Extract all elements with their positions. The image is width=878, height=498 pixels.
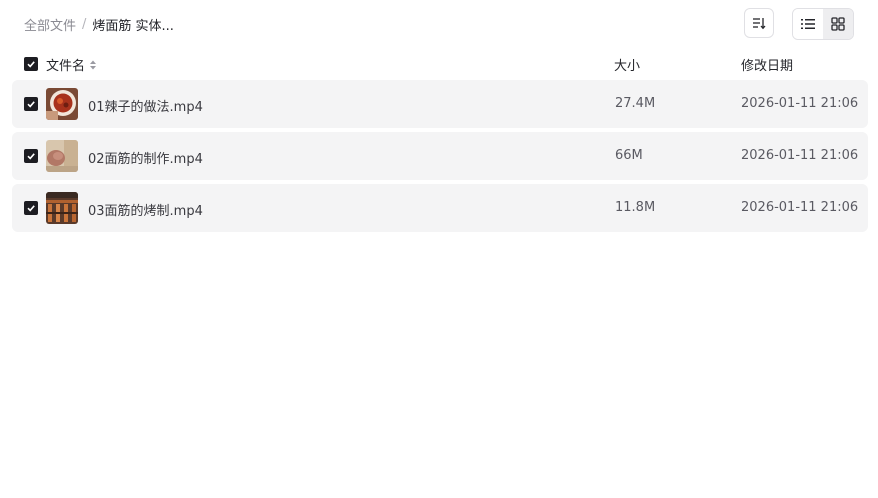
video-thumbnail: [46, 192, 78, 224]
breadcrumb-current-folder: 烤面筋 实体...: [92, 18, 174, 34]
column-header-date[interactable]: 修改日期: [741, 55, 793, 74]
file-date: 2026-01-11 21:06: [741, 96, 859, 111]
row-checkbox[interactable]: [24, 149, 38, 163]
file-size: 27.4M: [615, 96, 656, 111]
file-size: 11.8M: [615, 200, 656, 215]
column-header-name-label: 文件名: [46, 59, 86, 74]
row-checkbox[interactable]: [24, 201, 38, 215]
grid-view-icon: [831, 17, 845, 31]
file-date: 2026-01-11 21:06: [741, 148, 859, 163]
grid-view-button[interactable]: [823, 9, 853, 39]
file-row[interactable]: 01辣子的做法.mp4 27.4M 2026-01-11 21:06: [12, 80, 868, 128]
file-name[interactable]: 02面筋的制作.mp4: [88, 148, 203, 167]
breadcrumb: 全部文件 / 烤面筋 实体...: [24, 14, 174, 34]
checkmark-icon: [26, 151, 36, 161]
file-row[interactable]: 02面筋的制作.mp4 66M 2026-01-11 21:06: [12, 132, 868, 180]
video-thumbnail: [46, 140, 78, 172]
file-date: 2026-01-11 21:06: [741, 200, 859, 215]
file-name[interactable]: 03面筋的烤制.mp4: [88, 200, 203, 219]
file-browser: 全部文件 / 烤面筋 实体... 文件名 大小 修改日期 01辣子的做法.mp4…: [0, 0, 878, 498]
sort-toggle-icon: [89, 59, 97, 71]
list-view-icon: [801, 18, 815, 30]
sort-button[interactable]: [744, 8, 774, 38]
column-header-size[interactable]: 大小: [614, 55, 640, 74]
select-all-checkbox[interactable]: [24, 57, 38, 71]
file-name[interactable]: 01辣子的做法.mp4: [88, 96, 203, 115]
column-header-name[interactable]: 文件名: [46, 55, 97, 74]
checkmark-icon: [26, 59, 36, 69]
checkmark-icon: [26, 99, 36, 109]
list-view-button[interactable]: [793, 9, 823, 39]
video-thumbnail: [46, 88, 78, 120]
file-row[interactable]: 03面筋的烤制.mp4 11.8M 2026-01-11 21:06: [12, 184, 868, 232]
file-list-header: 文件名 大小 修改日期: [12, 52, 868, 76]
sort-descending-icon: [752, 16, 766, 30]
breadcrumb-root-link[interactable]: 全部文件: [24, 15, 76, 34]
breadcrumb-separator: /: [82, 16, 87, 32]
checkmark-icon: [26, 203, 36, 213]
row-checkbox[interactable]: [24, 97, 38, 111]
file-list: 01辣子的做法.mp4 27.4M 2026-01-11 21:06 02面筋的…: [12, 80, 868, 236]
view-mode-toggle: [792, 8, 854, 40]
file-size: 66M: [615, 148, 643, 163]
